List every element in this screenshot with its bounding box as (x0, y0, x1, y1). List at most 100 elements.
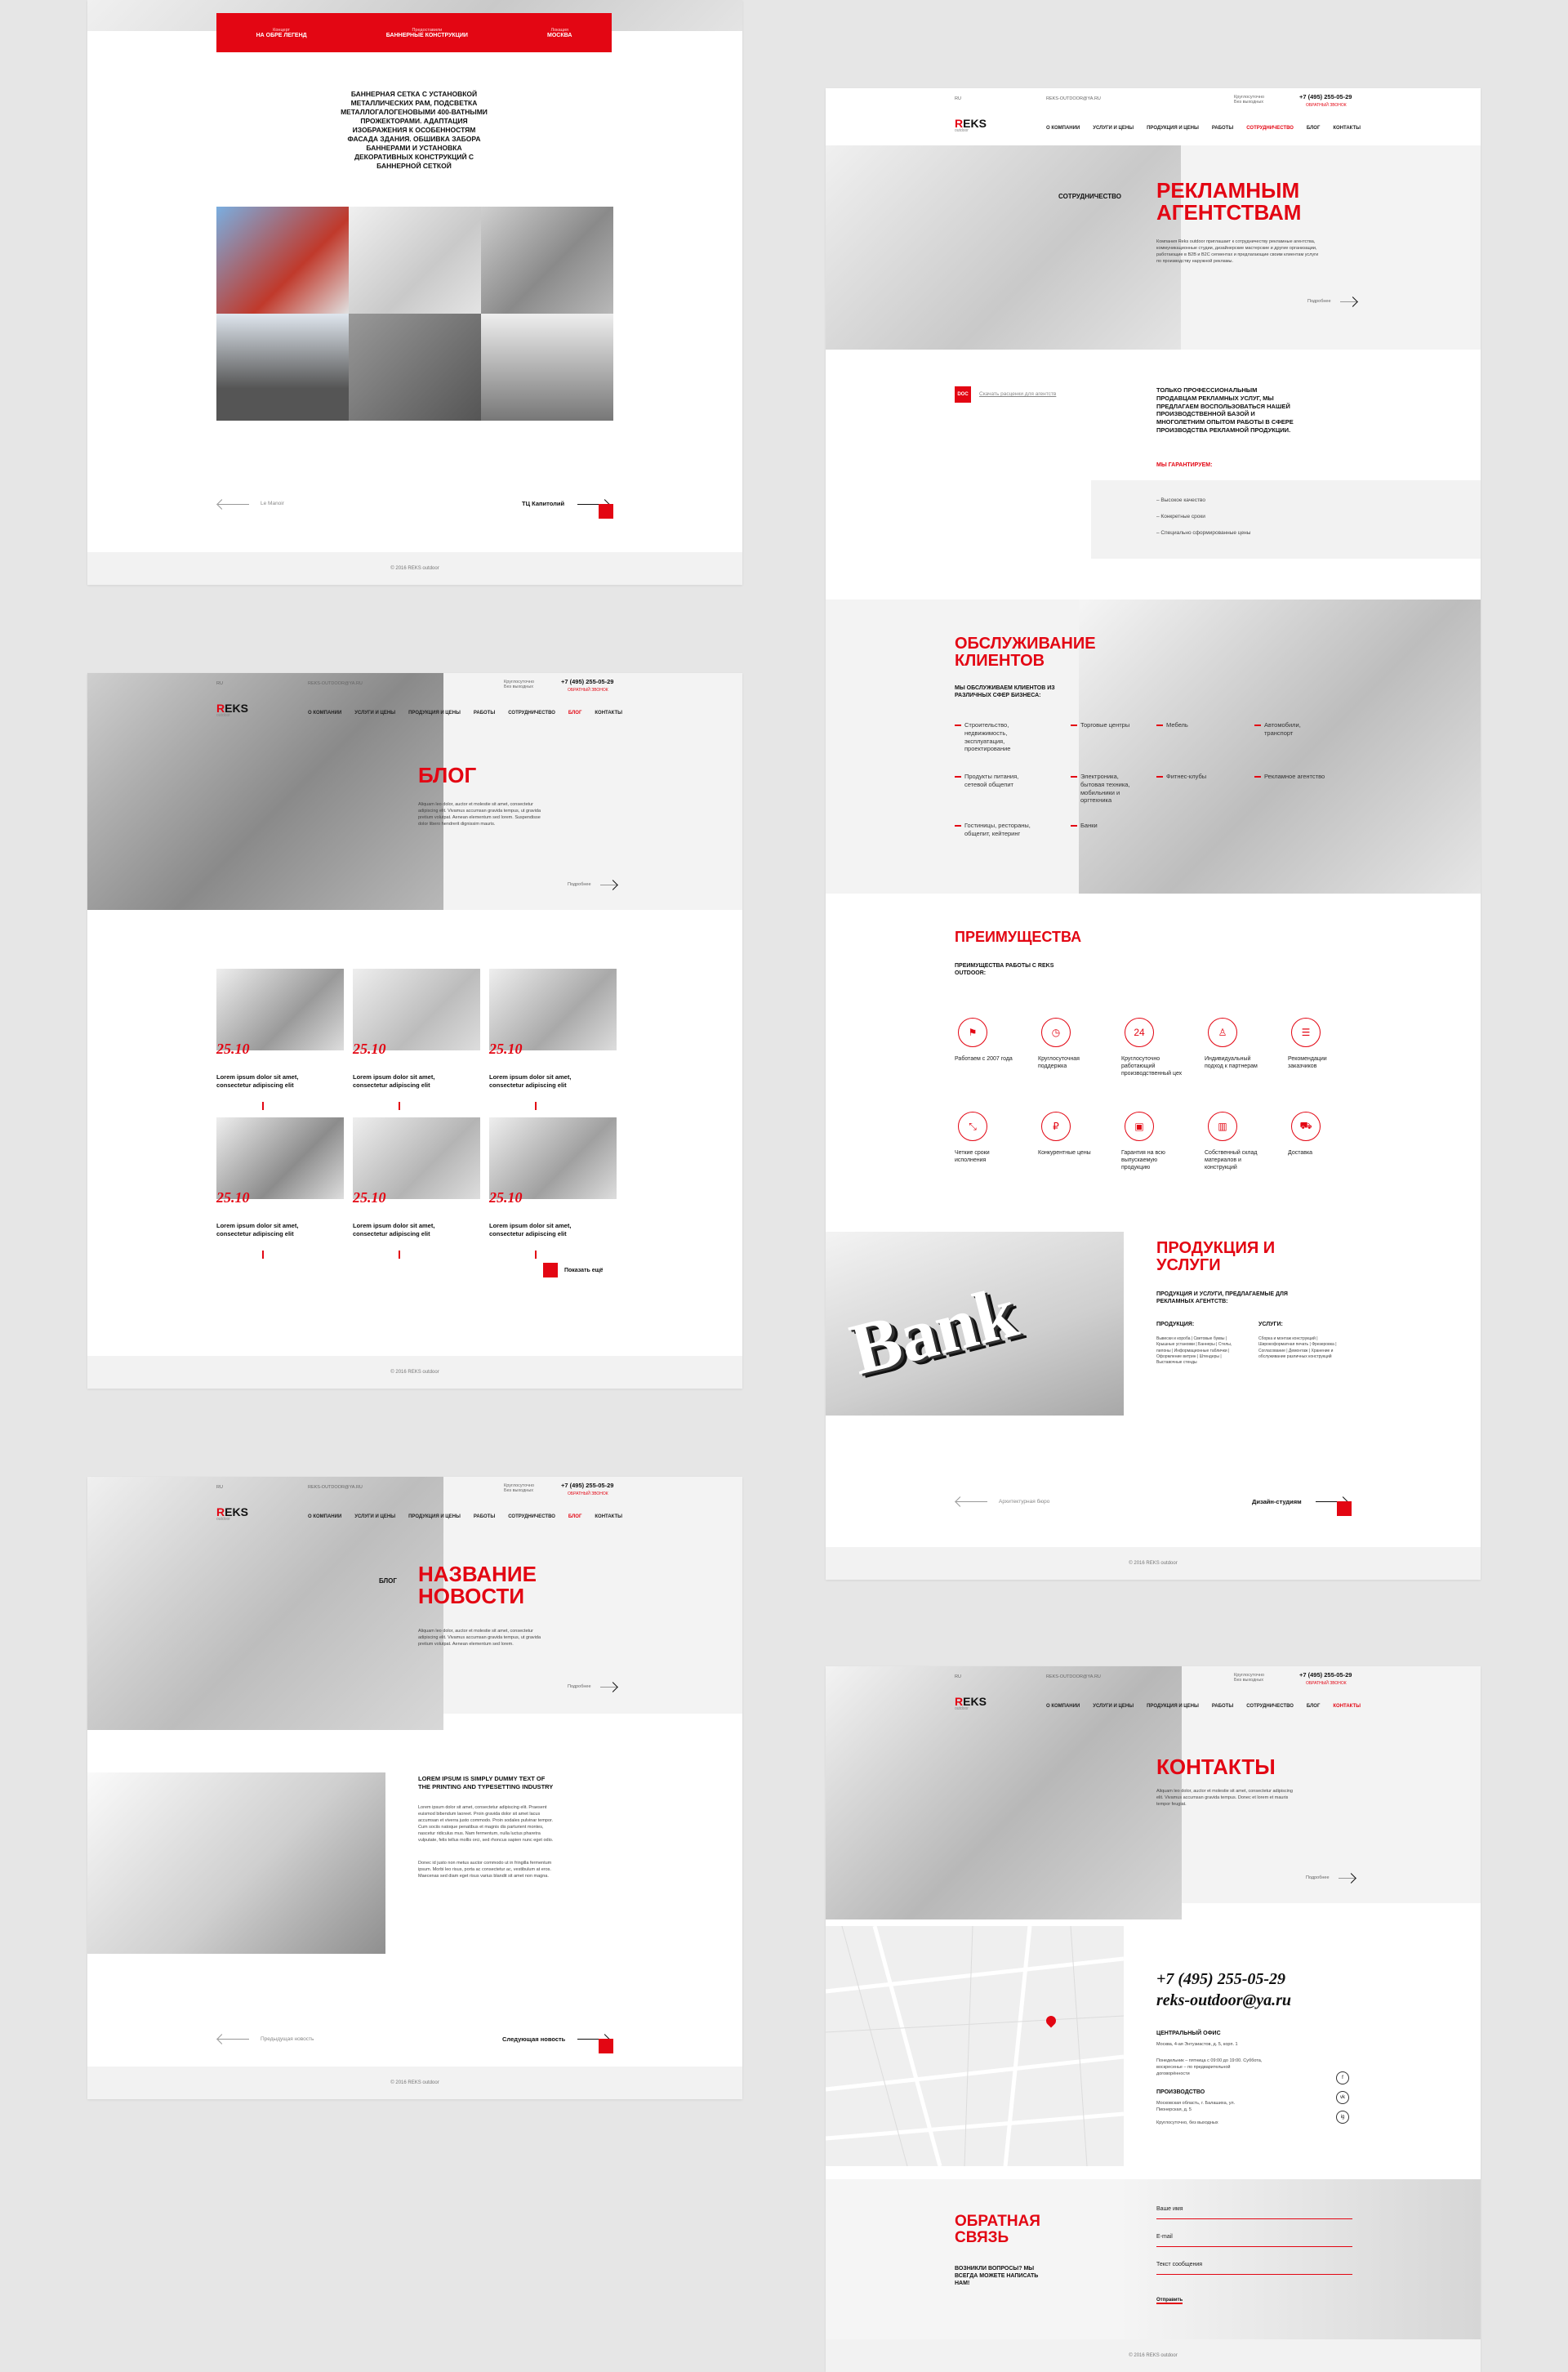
prev-arrow-icon[interactable] (218, 2039, 249, 2040)
next-link[interactable]: Следующая новость (502, 2035, 565, 2043)
breadcrumb[interactable]: БЛОГ (379, 1577, 397, 1585)
nav-item-active[interactable]: БЛОГ (568, 711, 581, 716)
more-arrow-icon[interactable] (1340, 301, 1356, 302)
nav-item[interactable]: УСЛУГИ И ЦЕНЫ (1093, 1704, 1134, 1709)
big-phone[interactable]: +7 (495) 255-05-29 (1156, 1970, 1285, 1989)
nav-item[interactable]: РАБОТЫ (1212, 1704, 1233, 1709)
message-field[interactable]: Текст сообщения (1156, 2261, 1202, 2269)
map[interactable] (826, 1926, 1124, 2166)
nav-item[interactable]: УСЛУГИ И ЦЕНЫ (354, 1514, 395, 1519)
prev-arrow-icon[interactable] (956, 1501, 987, 1502)
nav-item[interactable]: КОНТАКТЫ (595, 711, 622, 716)
name-field[interactable]: Ваше имя (1156, 2205, 1183, 2214)
nav-item[interactable]: ПРОДУКЦИЯ И ЦЕНЫ (408, 1514, 461, 1519)
prev-link[interactable]: Предыдущая новость (261, 2035, 314, 2043)
blog-post-title[interactable]: Lorem ipsum dolor sit amet, consectetur … (216, 1222, 306, 1238)
nav-item[interactable]: О КОМПАНИИ (308, 711, 341, 716)
prev-link[interactable]: Архитектурная бюро (999, 1498, 1049, 1505)
callback-link[interactable]: ОБРАТНЫЙ ЗВОНОК (1306, 1681, 1347, 1686)
doc-link[interactable]: Скачать расценки для агентств (979, 390, 1061, 398)
nav-item[interactable]: СОТРУДНИЧЕСТВО (508, 1514, 555, 1519)
prev-arrow-icon[interactable] (218, 504, 249, 505)
more-link[interactable]: Подробнее (1307, 299, 1331, 304)
nav-item-active[interactable]: КОНТАКТЫ (1333, 1704, 1361, 1709)
blog-post-thumbnail[interactable] (489, 1117, 617, 1199)
nav-item[interactable]: УСЛУГИ И ЦЕНЫ (354, 711, 395, 716)
callback-link[interactable]: ОБРАТНЫЙ ЗВОНОК (568, 688, 608, 693)
header-phone[interactable]: +7 (495) 255-05-29 (561, 1482, 613, 1489)
nav-item-active[interactable]: СОТРУДНИЧЕСТВО (1246, 126, 1294, 131)
email-field[interactable]: E-mail (1156, 2233, 1173, 2241)
header-phone[interactable]: +7 (495) 255-05-29 (1299, 1671, 1352, 1679)
site-email[interactable]: REKS-OUTDOOR@YA.RU (308, 1485, 363, 1490)
nav-item[interactable]: КОНТАКТЫ (1333, 126, 1361, 131)
logo[interactable]: REKS outdoor (955, 1696, 987, 1711)
blog-post-title[interactable]: Lorem ipsum dolor sit amet, consectetur … (353, 1073, 443, 1090)
gallery-image[interactable] (481, 314, 613, 421)
gallery-image[interactable] (481, 207, 613, 314)
more-link[interactable]: Подробнее (1306, 1875, 1330, 1880)
callback-link[interactable]: ОБРАТНЫЙ ЗВОНОК (568, 1491, 608, 1496)
social-facebook-icon[interactable]: f (1336, 2071, 1349, 2084)
prev-project-link[interactable]: Le Manoir (261, 500, 284, 507)
nav-item[interactable]: РАБОТЫ (1212, 126, 1233, 131)
blog-post-thumbnail[interactable] (353, 969, 480, 1050)
site-email[interactable]: REKS-OUTDOOR@YA.RU (308, 681, 363, 686)
nav-item[interactable]: СОТРУДНИЧЕСТВО (1246, 1704, 1294, 1709)
more-link[interactable]: Подробнее (568, 1684, 591, 1689)
nav-item[interactable]: О КОМПАНИИ (308, 1514, 341, 1519)
next-project-link[interactable]: ТЦ Капитолий (522, 500, 564, 507)
next-link[interactable]: Дизайн-студиям (1252, 1498, 1302, 1505)
blog-post-title[interactable]: Lorem ipsum dolor sit amet, consectetur … (216, 1073, 306, 1090)
social-instagram-icon[interactable]: ig (1336, 2111, 1349, 2124)
nav-item[interactable]: КОНТАКТЫ (595, 1514, 622, 1519)
lang-switch[interactable]: RU (216, 681, 223, 686)
lang-switch[interactable]: RU (955, 96, 961, 101)
blog-post-thumbnail[interactable] (353, 1117, 480, 1199)
nav-item[interactable]: О КОМПАНИИ (1046, 1704, 1080, 1709)
show-more-button[interactable]: Показать ещё (543, 1263, 603, 1277)
gallery-image[interactable] (216, 207, 349, 314)
nav-item[interactable]: БЛОГ (1307, 126, 1320, 131)
callback-link[interactable]: ОБРАТНЫЙ ЗВОНОК (1306, 103, 1347, 108)
nav-item[interactable]: ПРОДУКЦИЯ И ЦЕНЫ (1147, 126, 1199, 131)
sphere-item: Торговые центры (1071, 721, 1152, 729)
big-email[interactable]: reks-outdoor@ya.ru (1156, 1991, 1291, 2010)
blog-post-thumbnail[interactable] (216, 969, 344, 1050)
nav-item-active[interactable]: БЛОГ (568, 1514, 581, 1519)
nav-item[interactable]: БЛОГ (1307, 1704, 1320, 1709)
nav-item[interactable]: СОТРУДНИЧЕСТВО (508, 711, 555, 716)
more-arrow-icon[interactable] (1339, 1878, 1355, 1879)
logo[interactable]: REKS outdoor (216, 1506, 248, 1522)
header-phone[interactable]: +7 (495) 255-05-29 (561, 678, 613, 685)
nav-item[interactable]: ПРОДУКЦИЯ И ЦЕНЫ (408, 711, 461, 716)
main-nav: О КОМПАНИИ УСЛУГИ И ЦЕНЫ ПРОДУКЦИЯ И ЦЕН… (308, 711, 622, 716)
nav-item[interactable]: РАБОТЫ (474, 711, 495, 716)
blog-post-title[interactable]: Lorem ipsum dolor sit amet, consectetur … (353, 1222, 443, 1238)
nav-item[interactable]: РАБОТЫ (474, 1514, 495, 1519)
blog-post-title[interactable]: Lorem ipsum dolor sit amet, consectetur … (489, 1222, 579, 1238)
more-arrow-icon[interactable] (600, 1687, 617, 1688)
hero-intro: Aliquam leo dolor, auctor et molestie si… (418, 802, 541, 827)
blog-post-title[interactable]: Lorem ipsum dolor sit amet, consectetur … (489, 1073, 579, 1090)
lang-switch[interactable]: RU (216, 1485, 223, 1490)
blog-post-thumbnail[interactable] (216, 1117, 344, 1199)
send-button[interactable]: Отправить (1156, 2294, 1222, 2308)
breadcrumb[interactable]: СОТРУДНИЧЕСТВО (1058, 193, 1121, 200)
more-link[interactable]: Подробнее (568, 882, 591, 887)
nav-item[interactable]: УСЛУГИ И ЦЕНЫ (1093, 126, 1134, 131)
nav-item[interactable]: О КОМПАНИИ (1046, 126, 1080, 131)
site-email[interactable]: REKS-OUTDOOR@YA.RU (1046, 1674, 1101, 1679)
header-phone[interactable]: +7 (495) 255-05-29 (1299, 93, 1352, 100)
doc-download[interactable]: DOC Скачать расценки для агентств (955, 386, 1061, 403)
site-email[interactable]: REKS-OUTDOOR@YA.RU (1046, 96, 1101, 101)
gallery-image[interactable] (349, 207, 481, 314)
social-vk-icon[interactable]: vk (1336, 2091, 1349, 2104)
logo[interactable]: REKS outdoor (216, 702, 248, 718)
gallery-image[interactable] (216, 314, 349, 421)
blog-post-thumbnail[interactable] (489, 969, 617, 1050)
lang-switch[interactable]: RU (955, 1674, 961, 1679)
nav-item[interactable]: ПРОДУКЦИЯ И ЦЕНЫ (1147, 1704, 1199, 1709)
gallery-image[interactable] (349, 314, 481, 421)
logo[interactable]: REKS outdoor (955, 118, 987, 133)
